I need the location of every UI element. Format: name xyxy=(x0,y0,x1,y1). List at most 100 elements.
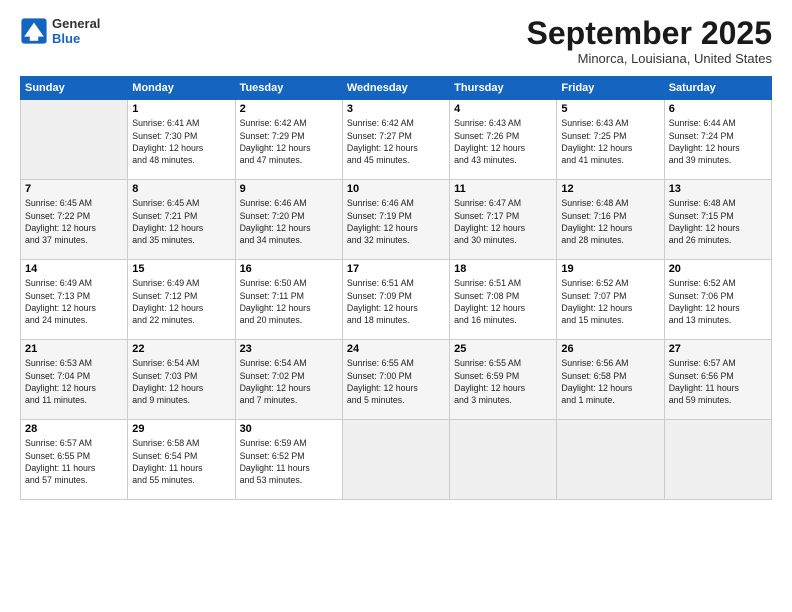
page-container: General Blue September 2025 Minorca, Lou… xyxy=(0,0,792,510)
cell-info: Daylight: 12 hours xyxy=(132,222,230,234)
cell-info: Sunrise: 6:43 AM xyxy=(561,117,659,129)
cell-info: Sunrise: 6:47 AM xyxy=(454,197,552,209)
day-number: 30 xyxy=(240,423,338,435)
day-number: 27 xyxy=(669,343,767,355)
day-number: 18 xyxy=(454,263,552,275)
cell-info: Daylight: 12 hours xyxy=(240,302,338,314)
day-number: 4 xyxy=(454,103,552,115)
calendar-cell: 6Sunrise: 6:44 AMSunset: 7:24 PMDaylight… xyxy=(664,100,771,180)
week-row-4: 21 Sunrise: 6:53 AMSunset: 7:04 PM Dayligh… xyxy=(21,340,772,420)
day-number: 6 xyxy=(669,103,767,115)
cell-info: and 22 minutes. xyxy=(132,314,230,326)
cell-info: Sunrise: 6:42 AM xyxy=(240,117,338,129)
cell-info: and 35 minutes. xyxy=(132,234,230,246)
day-number: 14 xyxy=(25,263,123,275)
cell-info: Daylight: 12 hours xyxy=(561,142,659,154)
cell-info: Sunrise: 6:55 AM xyxy=(347,357,445,369)
weekday-header-wednesday: Wednesday xyxy=(342,77,449,100)
calendar-cell xyxy=(664,420,771,500)
calendar-cell: 17Sunrise: 6:51 AMSunset: 7:09 PMDayligh… xyxy=(342,260,449,340)
cell-info: Sunset: 7:12 PM xyxy=(132,290,230,302)
calendar-table: SundayMondayTuesdayWednesdayThursdayFrid… xyxy=(20,76,772,500)
day-number: 21 xyxy=(25,343,123,355)
day-number: 13 xyxy=(669,183,767,195)
cell-info: Sunset: 7:08 PM xyxy=(454,290,552,302)
cell-info: Daylight: 11 hours xyxy=(669,382,767,394)
cell-info: Sunrise: 6:54 AM xyxy=(132,357,230,369)
cell-info: Daylight: 12 hours xyxy=(25,222,123,234)
cell-info: Sunset: 7:13 PM xyxy=(25,290,123,302)
day-number: 26 xyxy=(561,343,659,355)
cell-info: and 18 minutes. xyxy=(347,314,445,326)
calendar-cell: 14Sunrise: 6:49 AMSunset: 7:13 PMDayligh… xyxy=(21,260,128,340)
cell-info: Sunrise: 6:51 AM xyxy=(454,277,552,289)
cell-info: Sunset: 6:54 PM xyxy=(132,450,230,462)
calendar-cell: 8Sunrise: 6:45 AMSunset: 7:21 PMDaylight… xyxy=(128,180,235,260)
weekday-header-tuesday: Tuesday xyxy=(235,77,342,100)
weekday-header-monday: Monday xyxy=(128,77,235,100)
calendar-cell: 23Sunrise: 6:54 AMSunset: 7:02 PMDayligh… xyxy=(235,340,342,420)
location: Minorca, Louisiana, United States xyxy=(527,51,772,66)
day-number: 7 xyxy=(25,183,123,195)
calendar-cell: 12Sunrise: 6:48 AMSunset: 7:16 PMDayligh… xyxy=(557,180,664,260)
cell-info: and 3 minutes. xyxy=(454,394,552,406)
cell-info: Sunset: 6:56 PM xyxy=(669,370,767,382)
cell-info: and 55 minutes. xyxy=(132,474,230,486)
cell-info: Sunset: 6:52 PM xyxy=(240,450,338,462)
header: General Blue September 2025 Minorca, Lou… xyxy=(20,16,772,66)
logo-text: General Blue xyxy=(52,16,100,46)
cell-info: Daylight: 11 hours xyxy=(132,462,230,474)
day-number: 19 xyxy=(561,263,659,275)
cell-info: Sunset: 7:27 PM xyxy=(347,130,445,142)
weekday-header-thursday: Thursday xyxy=(450,77,557,100)
calendar-cell: 13Sunrise: 6:48 AMSunset: 7:15 PMDayligh… xyxy=(664,180,771,260)
cell-info: and 53 minutes. xyxy=(240,474,338,486)
cell-info: Sunset: 7:21 PM xyxy=(132,210,230,222)
cell-info: Sunrise: 6:45 AM xyxy=(25,197,123,209)
calendar-cell xyxy=(342,420,449,500)
cell-info: Sunset: 7:09 PM xyxy=(347,290,445,302)
day-number: 24 xyxy=(347,343,445,355)
week-row-3: 14Sunrise: 6:49 AMSunset: 7:13 PMDayligh… xyxy=(21,260,772,340)
cell-info: Sunrise: 6:52 AM xyxy=(669,277,767,289)
calendar-cell: 19Sunrise: 6:52 AMSunset: 7:07 PMDayligh… xyxy=(557,260,664,340)
cell-info: Sunrise: 6:50 AM xyxy=(240,277,338,289)
day-number: 1 xyxy=(132,103,230,115)
calendar-cell: 24Sunrise: 6:55 AMSunset: 7:00 PMDayligh… xyxy=(342,340,449,420)
cell-info: and 5 minutes. xyxy=(347,394,445,406)
cell-info: and 20 minutes. xyxy=(240,314,338,326)
logo-icon xyxy=(20,17,48,45)
calendar-cell xyxy=(557,420,664,500)
cell-info: Sunrise: 6:57 AM xyxy=(669,357,767,369)
calendar-cell: 18Sunrise: 6:51 AMSunset: 7:08 PMDayligh… xyxy=(450,260,557,340)
day-number: 11 xyxy=(454,183,552,195)
cell-info: Daylight: 12 hours xyxy=(240,222,338,234)
cell-info: Sunrise: 6:53 AM xyxy=(25,357,123,369)
cell-info: Daylight: 11 hours xyxy=(240,462,338,474)
cell-info: Sunrise: 6:42 AM xyxy=(347,117,445,129)
cell-info: Daylight: 12 hours xyxy=(132,382,230,394)
day-number: 5 xyxy=(561,103,659,115)
cell-info: Daylight: 12 hours xyxy=(454,142,552,154)
calendar-cell: 22Sunrise: 6:54 AMSunset: 7:03 PMDayligh… xyxy=(128,340,235,420)
cell-info: and 57 minutes. xyxy=(25,474,123,486)
cell-info: Sunset: 7:04 PM xyxy=(25,370,123,382)
cell-info: and 41 minutes. xyxy=(561,154,659,166)
cell-info: Sunrise: 6:52 AM xyxy=(561,277,659,289)
week-row-5: 28Sunrise: 6:57 AMSunset: 6:55 PMDayligh… xyxy=(21,420,772,500)
cell-info: Daylight: 12 hours xyxy=(240,382,338,394)
calendar-cell: 11Sunrise: 6:47 AMSunset: 7:17 PMDayligh… xyxy=(450,180,557,260)
cell-info: Sunset: 7:06 PM xyxy=(669,290,767,302)
cell-info: and 26 minutes. xyxy=(669,234,767,246)
cell-info: Sunrise: 6:56 AM xyxy=(561,357,659,369)
cell-info: and 1 minute. xyxy=(561,394,659,406)
cell-info: Sunset: 7:17 PM xyxy=(454,210,552,222)
cell-info: and 34 minutes. xyxy=(240,234,338,246)
cell-info: Sunset: 6:59 PM xyxy=(454,370,552,382)
cell-info: and 43 minutes. xyxy=(454,154,552,166)
calendar-cell: 15Sunrise: 6:49 AMSunset: 7:12 PMDayligh… xyxy=(128,260,235,340)
day-number: 22 xyxy=(132,343,230,355)
cell-info: and 59 minutes. xyxy=(669,394,767,406)
calendar-cell xyxy=(21,100,128,180)
day-number: 28 xyxy=(25,423,123,435)
